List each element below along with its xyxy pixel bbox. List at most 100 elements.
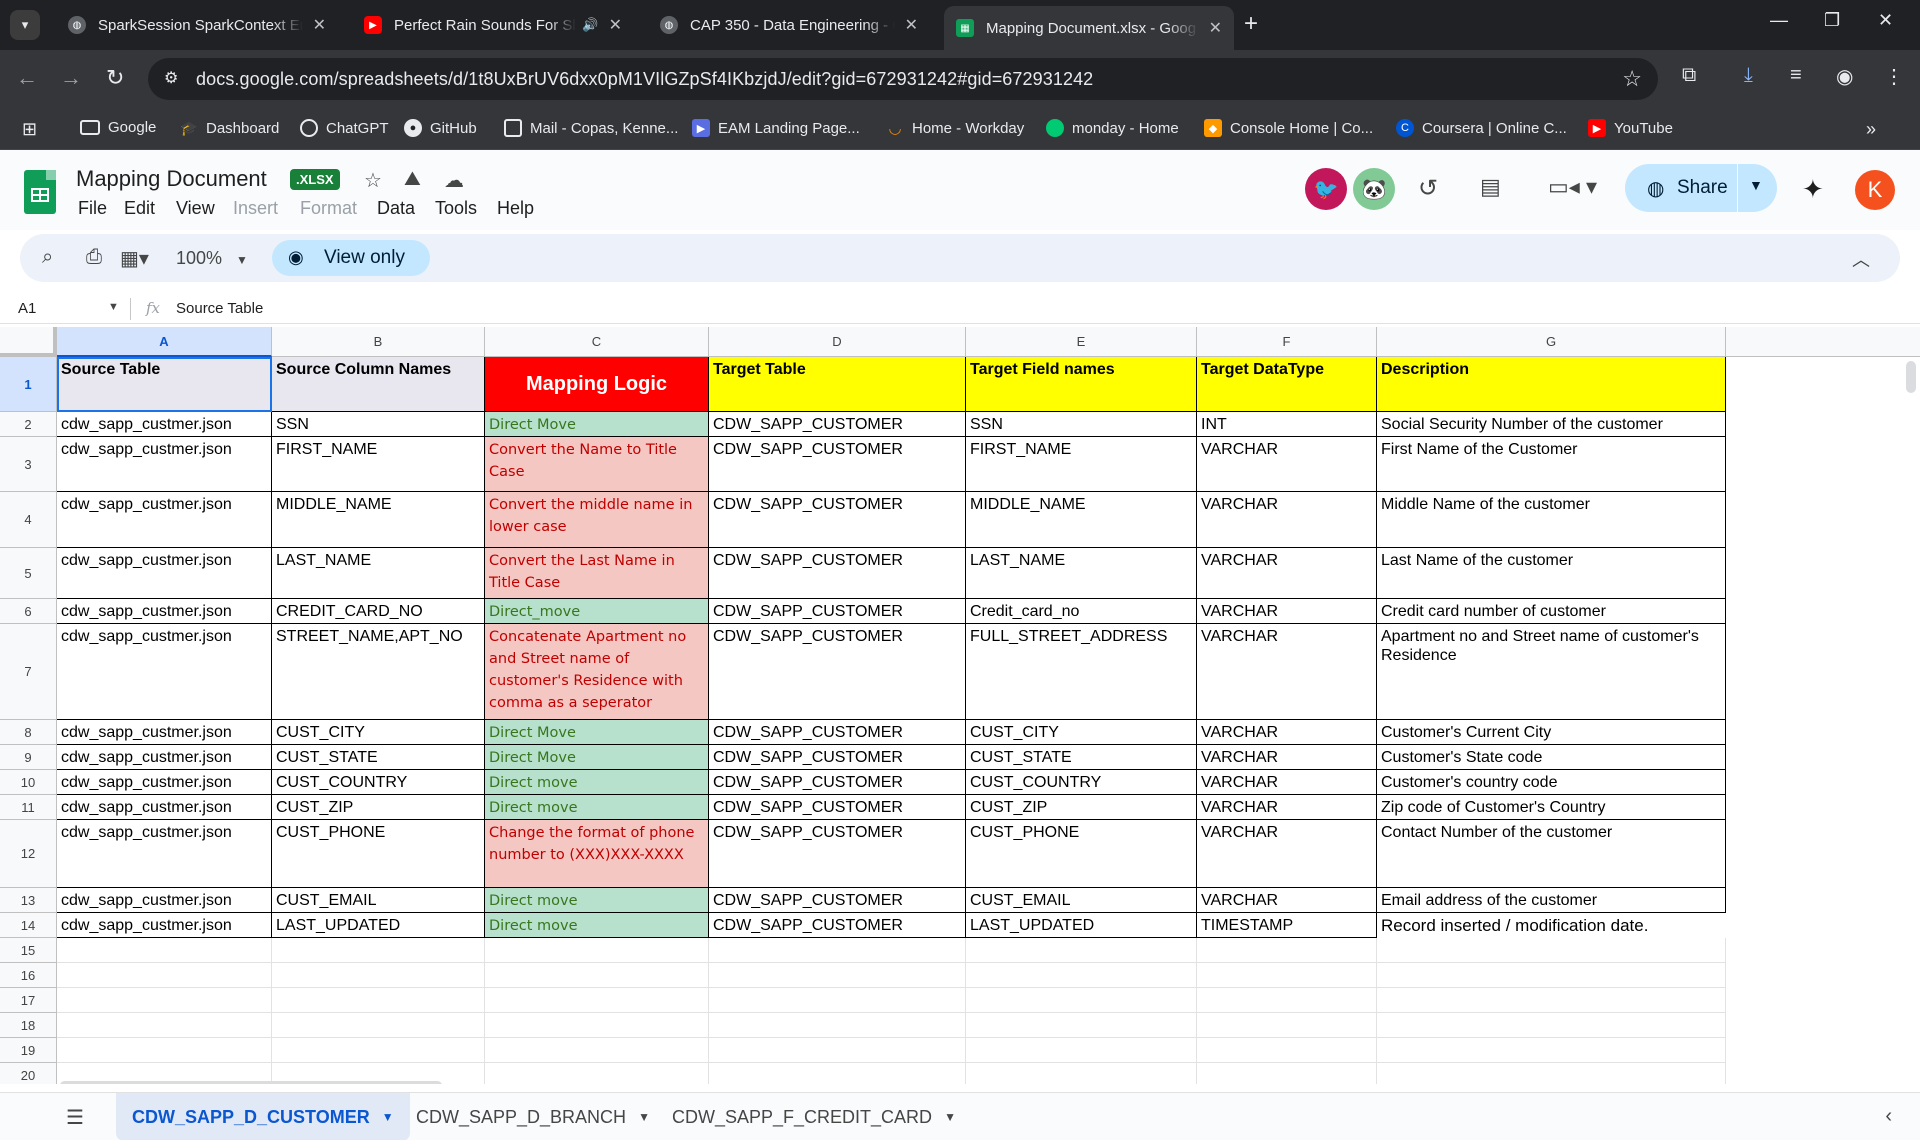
cell-e7[interactable]: FULL_STREET_ADDRESS [966,624,1197,720]
menu-view[interactable]: View [176,198,215,219]
media-control-icon[interactable]: ≡ [1790,64,1802,87]
row-header[interactable]: 18 [0,1013,57,1038]
address-bar[interactable]: ⚙ docs.google.com/spreadsheets/d/1t8UxBr… [148,58,1658,100]
gemini-sparkle-icon[interactable]: ✦ [1802,174,1824,205]
row-header[interactable]: 11 [0,795,57,820]
browser-tab-3-active[interactable]: ▦ Mapping Document.xlsx - Goog ✕ [944,6,1234,50]
extensions-icon[interactable]: ⧉ [1682,64,1696,87]
cell-d20[interactable] [709,1063,966,1084]
spreadsheet-grid[interactable]: A B C D E F G 1 Source Table Source Column Names M… [0,327,1920,1084]
bookmark-star-icon[interactable]: ☆ [1622,66,1642,92]
sheet-tab-credit-card[interactable]: CDW_SAPP_F_CREDIT_CARD ▼ [656,1093,972,1140]
row-header[interactable]: 8 [0,720,57,745]
chevron-down-icon[interactable]: ▼ [1749,177,1763,193]
cell-d3[interactable]: CDW_SAPP_CUSTOMER [709,437,966,492]
header-cell-b[interactable]: Source Column Names [272,357,485,412]
cell-b4[interactable]: MIDDLE_NAME [272,492,485,548]
vertical-scrollbar[interactable] [1906,361,1916,393]
cell-c15[interactable] [485,938,709,963]
browser-tab-0[interactable]: ◍ SparkSession SparkContext Error ✕ [56,8,338,42]
cell-c6[interactable]: Direct_move [485,599,709,624]
cell-f8[interactable]: VARCHAR [1197,720,1377,745]
user-avatar[interactable]: K [1855,170,1895,210]
cell-a7[interactable]: cdw_sapp_custmer.json [57,624,272,720]
cell-b6[interactable]: CREDIT_CARD_NO [272,599,485,624]
cell-f17[interactable] [1197,988,1377,1013]
cell-g5[interactable]: Last Name of the customer [1377,548,1726,599]
row-header[interactable]: 17 [0,988,57,1013]
cell-b16[interactable] [272,963,485,988]
cell-a6[interactable]: cdw_sapp_custmer.json [57,599,272,624]
sheet-tab-customer[interactable]: CDW_SAPP_D_CUSTOMER ▼ [116,1093,410,1140]
bookmark-workday[interactable]: ◡ Home - Workday [886,119,1024,138]
cell-d19[interactable] [709,1038,966,1063]
meet-icon[interactable]: ▭◂ ▾ [1548,174,1597,200]
menu-tools[interactable]: Tools [435,198,477,219]
menu-edit[interactable]: Edit [124,198,155,219]
cell-c4[interactable]: Convert the middle name in lower case [485,492,709,548]
document-title[interactable]: Mapping Document [76,166,267,192]
cell-b8[interactable]: CUST_CITY [272,720,485,745]
cell-f15[interactable] [1197,938,1377,963]
cell-c8[interactable]: Direct Move [485,720,709,745]
star-icon[interactable]: ☆ [364,168,382,193]
cell-b17[interactable] [272,988,485,1013]
column-header-g[interactable]: G [1377,327,1726,357]
cell-b13[interactable]: CUST_EMAIL [272,888,485,913]
move-to-drive-icon[interactable]: ⛰ [404,168,421,191]
cell-b19[interactable] [272,1038,485,1063]
cell-e5[interactable]: LAST_NAME [966,548,1197,599]
row-header[interactable]: 9 [0,745,57,770]
column-header-c[interactable]: C [485,327,709,357]
bookmark-eam[interactable]: ▶ EAM Landing Page... [692,119,860,137]
cell-a8[interactable]: cdw_sapp_custmer.json [57,720,272,745]
bookmark-aws-console[interactable]: ◆ Console Home | Co... [1204,119,1373,137]
apps-icon[interactable]: ⊞ [22,119,37,140]
sheets-logo-icon[interactable] [24,170,56,214]
cell-b5[interactable]: LAST_NAME [272,548,485,599]
profile-icon[interactable]: ◉ [1836,64,1853,89]
cell-g3[interactable]: First Name of the Customer [1377,437,1726,492]
cell-d13[interactable]: CDW_SAPP_CUSTOMER [709,888,966,913]
sheet-tab-branch[interactable]: CDW_SAPP_D_BRANCH ▼ [400,1093,666,1140]
cell-g8[interactable]: Customer's Current City [1377,720,1726,745]
cell-f14[interactable]: TIMESTAMP [1197,913,1377,938]
cell-e8[interactable]: CUST_CITY [966,720,1197,745]
url-text[interactable]: docs.google.com/spreadsheets/d/1t8UxBrUV… [196,69,1093,90]
column-header-e[interactable]: E [966,327,1197,357]
cell-f19[interactable] [1197,1038,1377,1063]
row-header[interactable]: 19 [0,1038,57,1063]
cell-d8[interactable]: CDW_SAPP_CUSTOMER [709,720,966,745]
cell-a3[interactable]: cdw_sapp_custmer.json [57,437,272,492]
close-icon[interactable]: ✕ [313,15,326,35]
zoom-select[interactable]: 100% ▼ [176,248,248,269]
back-arrow-icon[interactable]: ← [16,64,38,92]
bookmark-google[interactable]: Google [80,119,156,136]
cell-a12[interactable]: cdw_sapp_custmer.json [57,820,272,888]
bookmarks-overflow-icon[interactable]: » [1866,119,1876,140]
cell-b9[interactable]: CUST_STATE [272,745,485,770]
restore-icon[interactable]: ❐ [1824,10,1840,31]
cell-c7[interactable]: Concatenate Apartment no and Street name… [485,624,709,720]
row-header[interactable]: 4 [0,492,57,548]
select-all-corner[interactable] [0,327,57,357]
download-icon[interactable]: ⤓ [1744,64,1753,87]
header-cell-d[interactable]: Target Table [709,357,966,412]
reload-icon[interactable]: ↻ [106,64,124,92]
cell-e14[interactable]: LAST_UPDATED [966,913,1197,938]
cell-e6[interactable]: Credit_card_no [966,599,1197,624]
menu-help[interactable]: Help [497,198,534,219]
cell-a19[interactable] [57,1038,272,1063]
site-info-icon[interactable]: ⚙ [164,68,178,88]
cell-d2[interactable]: CDW_SAPP_CUSTOMER [709,412,966,437]
bookmark-dashboard[interactable]: 🎓 Dashboard [180,119,279,137]
cell-a16[interactable] [57,963,272,988]
cell-e4[interactable]: MIDDLE_NAME [966,492,1197,548]
cell-a14[interactable]: cdw_sapp_custmer.json [57,913,272,938]
cell-d18[interactable] [709,1013,966,1038]
cell-f7[interactable]: VARCHAR [1197,624,1377,720]
cell-b12[interactable]: CUST_PHONE [272,820,485,888]
cell-c14[interactable]: Direct move [485,913,709,938]
cell-e15[interactable] [966,938,1197,963]
cell-b14[interactable]: LAST_UPDATED [272,913,485,938]
